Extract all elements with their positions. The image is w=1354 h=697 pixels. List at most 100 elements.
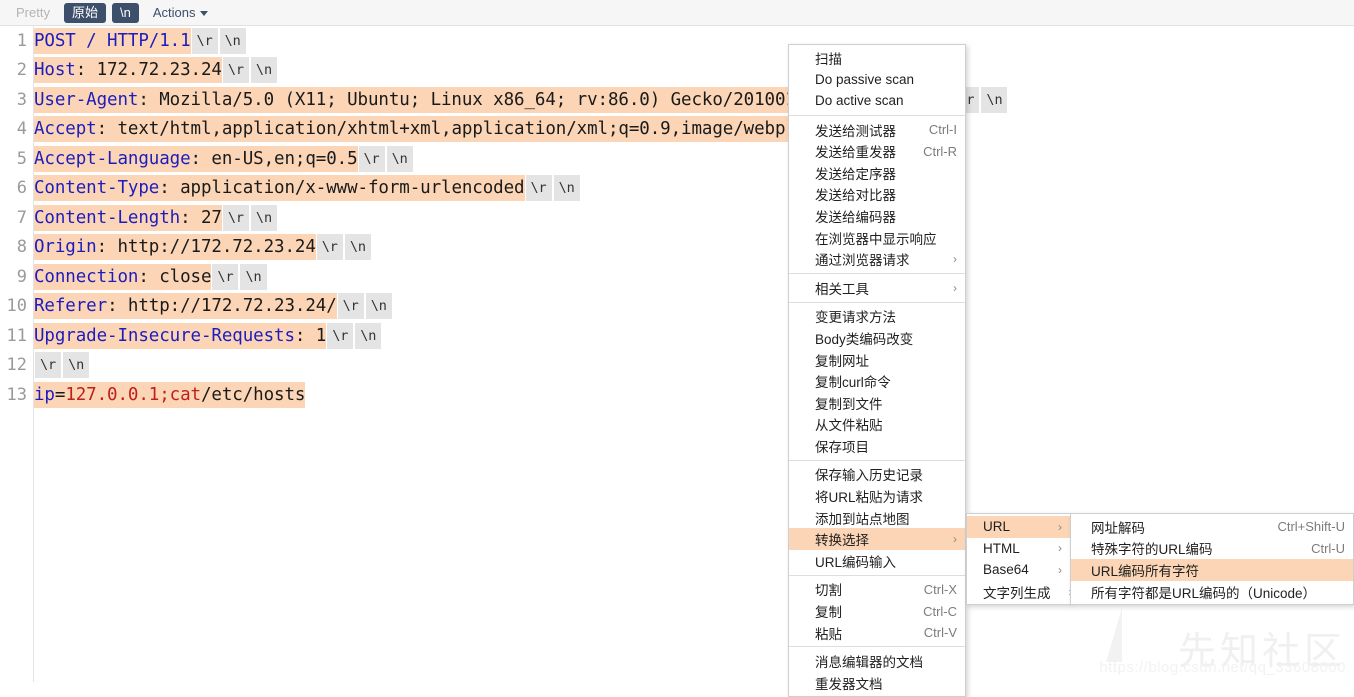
menu-item-label: 发送给定序器 (815, 163, 957, 183)
header-value: : close (138, 267, 211, 287)
line-text-highlighted: Host: 172.72.23.24 (34, 57, 222, 83)
context-menu-item[interactable]: 复制到文件 (789, 392, 965, 414)
context-menu-item[interactable]: 复制Ctrl-C (789, 600, 965, 622)
submenu-url-item[interactable]: 网址解码Ctrl+Shift-U (1071, 516, 1353, 538)
header-name: Content-Type (34, 178, 159, 198)
carriage-return-marker: \r (192, 28, 218, 54)
tab-pretty[interactable]: Pretty (8, 3, 58, 23)
menu-item-label: URL编码所有字符 (1091, 560, 1345, 580)
line-number: 7 (0, 208, 27, 228)
line-number: 6 (0, 178, 27, 198)
line-number: 3 (0, 90, 27, 110)
menu-item-label: 转换选择 (815, 529, 935, 549)
menu-item-label: Base64 (983, 562, 1040, 577)
menu-item-shortcut: Ctrl-C (923, 604, 957, 619)
submenu-convert-item[interactable]: Base64 › (967, 559, 1070, 581)
context-menu-item[interactable]: 将URL粘贴为请求 (789, 485, 965, 507)
line-feed-marker: \n (366, 293, 392, 319)
context-menu-item[interactable]: 保存输入历史记录 (789, 464, 965, 486)
menu-item-label: 复制到文件 (815, 393, 957, 413)
context-menu-item[interactable]: 保存项目 (789, 435, 965, 457)
context-menu-item[interactable]: 发送给对比器 (789, 184, 965, 206)
submenu-url-encoding[interactable]: 网址解码Ctrl+Shift-U特殊字符的URL编码Ctrl-UURL编码所有字… (1070, 513, 1354, 605)
header-name: Accept-Language (34, 149, 191, 169)
line-content: Content-Length: 27\r\n (34, 205, 278, 231)
line-feed-marker: \n (220, 28, 246, 54)
header-value: : text/html,application/xhtml+xml,applic… (97, 119, 890, 139)
line-number: 9 (0, 267, 27, 287)
watermark-url: https://blog.csdn.net/qq_33608000 (1099, 659, 1346, 676)
code-line: 11Upgrade-Insecure-Requests: 1\r\n (0, 321, 1354, 351)
submenu-url-item[interactable]: 特殊字符的URL编码Ctrl-U (1071, 538, 1353, 560)
body-param-name: ip (34, 385, 55, 405)
context-menu-item[interactable]: 变更请求方法 (789, 306, 965, 328)
line-content: POST / HTTP/1.1\r\n (34, 28, 247, 54)
context-menu-item[interactable]: Do passive scan (789, 69, 965, 91)
line-number: 1 (0, 31, 27, 51)
menu-item-label: 将URL粘贴为请求 (815, 486, 957, 506)
submenu-convert-item[interactable]: HTML› (967, 538, 1070, 560)
line-content: Origin: http://172.72.23.24\r\n (34, 234, 372, 260)
context-menu-item[interactable]: 从文件粘贴 (789, 414, 965, 436)
context-menu-item[interactable]: Do active scan (789, 90, 965, 112)
chevron-down-icon (200, 11, 208, 16)
submenu-url-item[interactable]: 所有字符都是URL编码的（Unicode） (1071, 581, 1353, 603)
submenu-convert-item[interactable]: URL› (967, 516, 1070, 538)
line-content: ip=127.0.0.1;cat /etc/hosts (34, 382, 305, 408)
tab-raw[interactable]: 原始 (64, 3, 106, 23)
chevron-right-icon: › (1058, 542, 1062, 554)
header-value: : 27 (180, 208, 222, 228)
menu-item-shortcut: Ctrl-I (929, 122, 957, 137)
actions-menu-button[interactable]: Actions (145, 3, 217, 23)
context-menu-item[interactable]: 扫描 (789, 47, 965, 69)
context-menu-item[interactable]: 在浏览器中显示响应 (789, 227, 965, 249)
context-menu-item[interactable]: 发送给定序器 (789, 162, 965, 184)
line-text-highlighted: ip=127.0.0.1;cat /etc/hosts (34, 382, 305, 408)
carriage-return-marker: \r (35, 352, 61, 378)
code-line: 7 Content-Length: 27\r\n (0, 203, 1354, 233)
code-line-list: 1POST / HTTP/1.1\r\n2Host: 172.72.23.24\… (0, 26, 1354, 410)
line-text-highlighted: POST / HTTP/1.1 (34, 28, 191, 54)
context-menu-item[interactable]: URL编码输入 (789, 550, 965, 572)
line-feed-marker: \n (387, 146, 413, 172)
carriage-return-marker: \r (317, 234, 343, 260)
context-menu[interactable]: 扫描Do passive scanDo active scan 发送给测试器Ctr… (788, 44, 966, 697)
line-feed-marker: \n (981, 87, 1007, 113)
header-value: : http://172.72.23.24/ (107, 296, 337, 316)
submenu-convert-item[interactable]: 文字列生成› (967, 581, 1070, 603)
toggle-show-newlines[interactable]: \n (112, 3, 139, 23)
carriage-return-marker: \r (526, 175, 552, 201)
context-menu-item[interactable]: 通过浏览器请求› (789, 248, 965, 270)
menu-item-label: 消息编辑器的文档 (815, 651, 957, 671)
line-text-highlighted: Upgrade-Insecure-Requests: 1 (34, 323, 326, 349)
context-menu-item[interactable]: 复制网址 (789, 349, 965, 371)
context-menu-item[interactable]: 粘贴Ctrl-V (789, 622, 965, 644)
chevron-right-icon: › (1058, 564, 1062, 576)
context-menu-item[interactable]: 复制curl命令 (789, 370, 965, 392)
context-menu-item[interactable]: 转换选择 › (789, 528, 965, 550)
carriage-return-marker: \r (212, 264, 238, 290)
menu-item-shortcut: Ctrl-X (924, 582, 957, 597)
submenu-url-item[interactable]: URL编码所有字符 (1071, 559, 1353, 581)
context-menu-item[interactable]: Body类编码改变 (789, 327, 965, 349)
menu-item-label: 文字列生成 (983, 582, 1051, 602)
context-menu-item[interactable]: 发送给重发器Ctrl-R (789, 140, 965, 162)
context-menu-item[interactable]: 消息编辑器的文档 (789, 650, 965, 672)
context-menu-item[interactable]: 相关工具› (789, 277, 965, 299)
line-content: Accept-Language: en-US,en;q=0.5\r\n (34, 146, 414, 172)
context-menu-item[interactable]: 添加到站点地图 (789, 507, 965, 529)
header-name: User-Agent (34, 90, 138, 110)
line-feed-marker: \n (240, 264, 266, 290)
context-menu-item[interactable]: 发送给测试器Ctrl-I (789, 119, 965, 141)
context-menu-item[interactable]: 切割Ctrl-X (789, 579, 965, 601)
line-feed-marker: \n (554, 175, 580, 201)
submenu-convert-selection[interactable]: URL›HTML›Base64›文字列生成› (966, 513, 1071, 605)
chevron-right-icon: › (953, 533, 957, 545)
header-name: Content-Length (34, 208, 180, 228)
carriage-return-marker: \r (223, 205, 249, 231)
context-menu-item[interactable]: 发送给编码器 (789, 205, 965, 227)
line-text-highlighted: Content-Length: 27 (34, 205, 222, 231)
context-menu-item[interactable]: 重发器文档 (789, 672, 965, 694)
menu-separator (789, 115, 965, 116)
carriage-return-marker: \r (338, 293, 364, 319)
